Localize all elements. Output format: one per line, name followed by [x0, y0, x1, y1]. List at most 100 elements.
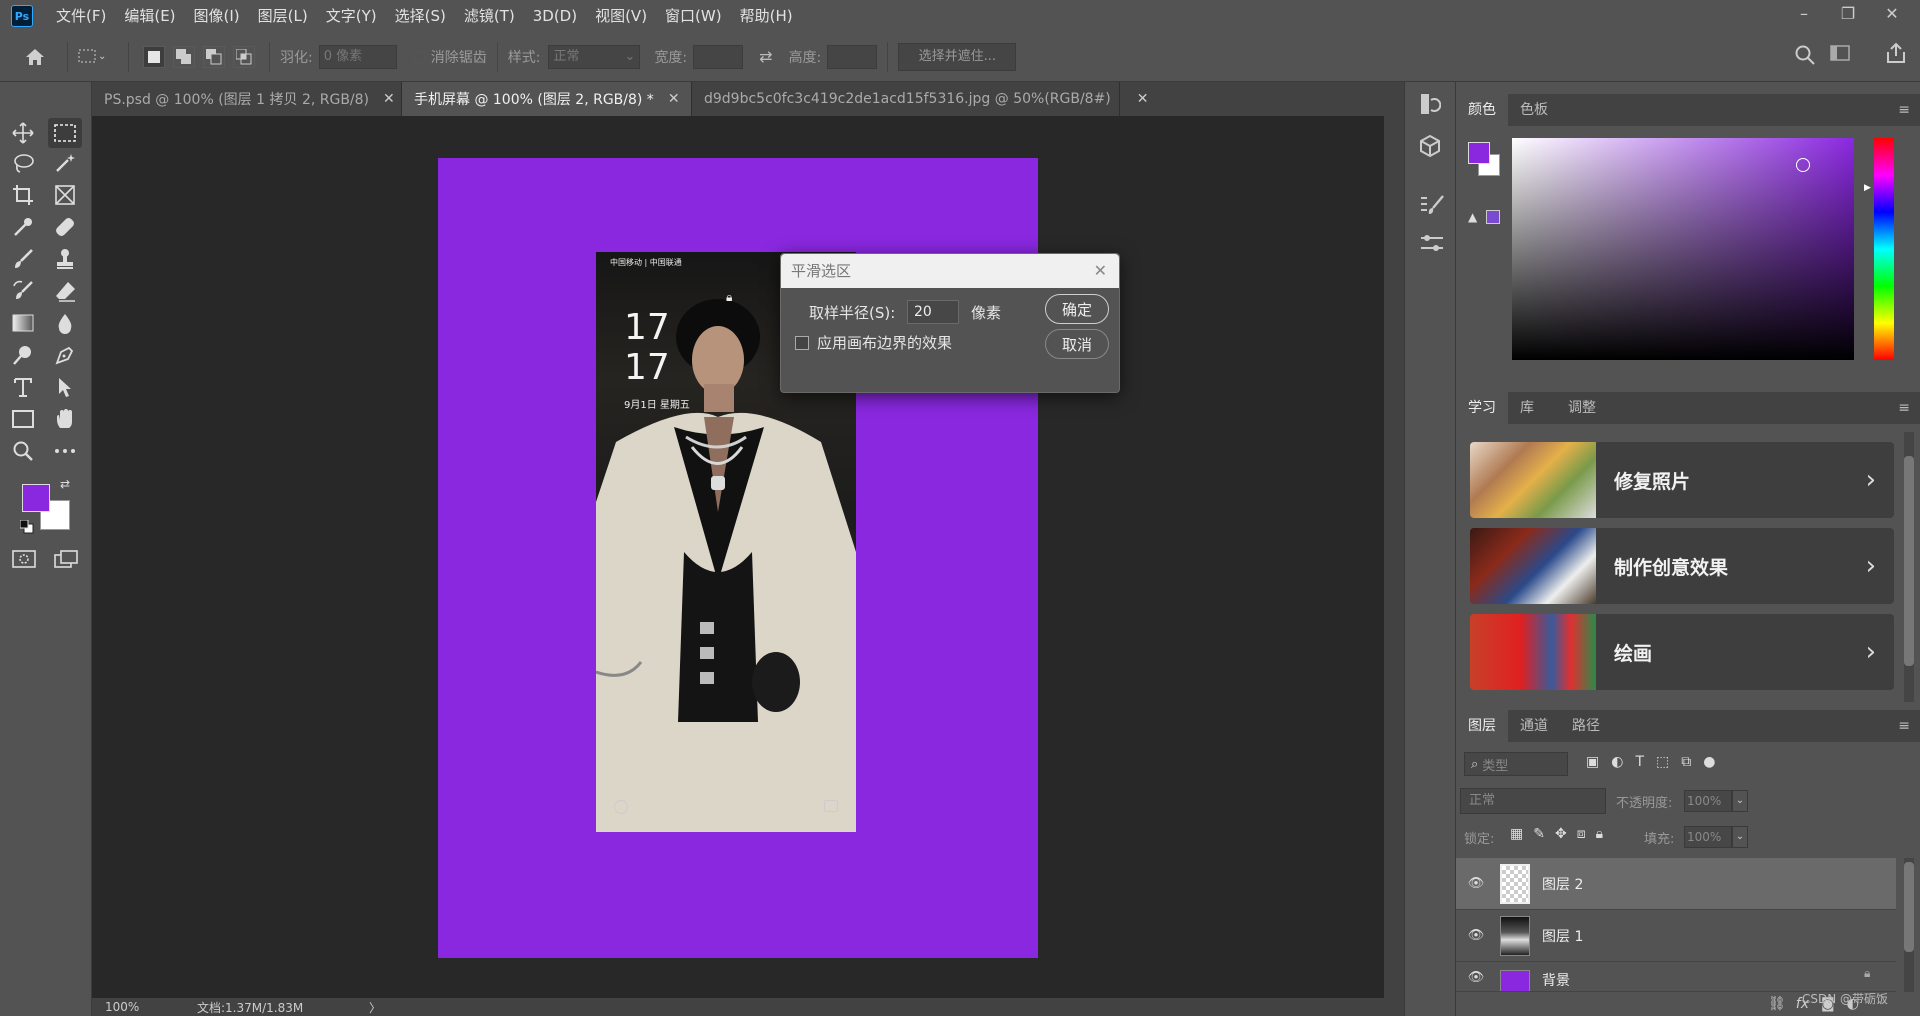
brush-tool-icon[interactable] — [6, 244, 40, 274]
lock-image-icon[interactable]: ✎ — [1533, 826, 1545, 842]
height-input[interactable] — [827, 44, 878, 69]
restore-icon[interactable]: ❐ — [1826, 0, 1870, 26]
path-selection-tool-icon[interactable] — [48, 372, 82, 402]
move-tool-icon[interactable] — [6, 118, 40, 148]
frame-tool-icon[interactable] — [48, 180, 82, 210]
minimize-icon[interactable]: – — [1782, 0, 1826, 26]
layers-scrollbar[interactable] — [1904, 858, 1914, 994]
tab-color[interactable]: 颜色 — [1456, 94, 1508, 126]
cancel-button[interactable]: 取消 — [1045, 329, 1109, 359]
learn-card-painting[interactable]: 绘画 › — [1470, 614, 1894, 690]
zoom-level[interactable]: 100% — [105, 1000, 165, 1014]
lock-position-icon[interactable]: ✥ — [1555, 826, 1567, 842]
canvas-vertical-scrollbar[interactable] — [1384, 116, 1404, 998]
tab-ps-psd[interactable]: PS.psd @ 100% (图层 1 拷贝 2, RGB/8) ✕ — [92, 82, 402, 116]
layer-row[interactable]: 👁︎ 图层 2 — [1456, 858, 1896, 910]
sample-radius-input[interactable]: 20 — [907, 300, 959, 324]
pixel-layer-filter-icon[interactable]: ▣ — [1586, 754, 1599, 770]
ok-button[interactable]: 确定 — [1045, 294, 1109, 324]
type-tool-icon[interactable] — [6, 372, 40, 402]
visibility-eye-icon[interactable]: 👁︎ — [1462, 970, 1490, 985]
tab-libraries[interactable]: 库 — [1508, 392, 1546, 424]
history-panel-icon[interactable] — [1419, 92, 1442, 120]
out-of-gamut-warning-icon[interactable]: ▲ — [1468, 210, 1477, 224]
lock-transparent-icon[interactable]: ▦ — [1510, 826, 1523, 842]
blend-mode-select[interactable]: 正常 — [1460, 788, 1606, 814]
learn-scrollbar[interactable] — [1904, 432, 1914, 702]
close-icon[interactable]: ✕ — [383, 91, 395, 107]
lasso-tool-icon[interactable] — [6, 148, 40, 178]
gradient-tool-icon[interactable] — [6, 308, 40, 338]
default-colors-icon[interactable] — [19, 519, 34, 538]
opacity-input[interactable]: 100% — [1684, 790, 1732, 812]
healing-brush-tool-icon[interactable] — [48, 212, 82, 242]
menu-3d[interactable]: 3D(D) — [524, 0, 586, 32]
menu-view[interactable]: 视图(V) — [586, 0, 656, 32]
hue-slider[interactable] — [1874, 138, 1894, 360]
tab-swatches[interactable]: 色板 — [1508, 94, 1560, 126]
home-icon[interactable] — [13, 42, 57, 72]
visibility-eye-icon[interactable]: 👁︎ — [1462, 876, 1490, 891]
chevron-down-icon[interactable]: ⌄ — [1732, 826, 1748, 848]
crop-tool-icon[interactable] — [6, 180, 40, 210]
history-brush-tool-icon[interactable] — [6, 276, 40, 306]
menu-file[interactable]: 文件(F) — [47, 0, 115, 32]
close-icon[interactable]: ✕ — [1870, 0, 1914, 26]
color-picker-cursor[interactable] — [1796, 158, 1810, 172]
adjustment-filter-icon[interactable]: ◐ — [1611, 754, 1623, 770]
visibility-eye-icon[interactable]: 👁︎ — [1462, 928, 1490, 943]
layer-filter-select[interactable]: ⌕ 类型 — [1464, 752, 1568, 776]
tab-adjustments[interactable]: 调整 — [1556, 392, 1608, 424]
link-layers-icon[interactable]: ⛓︎ — [1768, 996, 1786, 1012]
workspace-icon[interactable] — [1830, 45, 1852, 67]
intersect-selection-icon[interactable] — [233, 45, 255, 68]
color-fg-swatch[interactable] — [1468, 142, 1490, 164]
gamut-swatch[interactable] — [1486, 210, 1500, 224]
feather-input[interactable]: 0 像素 — [318, 44, 397, 69]
hue-slider-pointer[interactable]: ▶ — [1864, 183, 1871, 193]
subtract-selection-icon[interactable] — [203, 45, 225, 68]
tab-jpg-file[interactable]: d9d9bc5c0fc3c419c2de1acd15f5316.jpg @ 50… — [692, 82, 1149, 116]
close-icon[interactable]: ✕ — [1137, 91, 1149, 107]
menu-edit[interactable]: 编辑(E) — [115, 0, 184, 32]
layer-name[interactable]: 背景 — [1542, 970, 1570, 990]
shape-filter-icon[interactable]: ⬚ — [1656, 754, 1669, 770]
eyedropper-tool-icon[interactable] — [6, 212, 40, 242]
swap-colors-icon[interactable]: ⇄ — [60, 477, 70, 491]
canvas-edge-label[interactable]: 应用画布边界的效果 — [817, 332, 952, 353]
panel-menu-icon[interactable]: ≡ — [1898, 718, 1910, 734]
menu-type[interactable]: 文字(Y) — [317, 0, 386, 32]
share-icon[interactable] — [1885, 42, 1907, 68]
pen-tool-icon[interactable] — [48, 340, 82, 370]
style-select[interactable]: 正常 ⌄ — [548, 44, 641, 69]
3d-panel-icon[interactable] — [1419, 134, 1441, 162]
quick-mask-icon[interactable] — [12, 550, 36, 572]
learn-scroll-thumb[interactable] — [1904, 456, 1914, 666]
menu-window[interactable]: 窗口(W) — [656, 0, 731, 32]
zoom-tool-icon[interactable] — [6, 436, 40, 466]
swap-width-height-icon[interactable]: ⇄ — [759, 47, 772, 66]
select-and-mask-button[interactable]: 选择并遮住... — [898, 42, 1017, 71]
lock-artboard-icon[interactable]: ⧈ — [1577, 826, 1586, 842]
layer-row[interactable]: 👁︎ 背景 🔒︎ — [1456, 962, 1896, 992]
color-picker-field[interactable] — [1512, 138, 1854, 360]
eraser-tool-icon[interactable] — [48, 276, 82, 306]
filter-toggle-icon[interactable]: ● — [1703, 754, 1715, 770]
magic-wand-tool-icon[interactable] — [48, 148, 82, 178]
brush-settings-icon[interactable] — [1419, 194, 1445, 220]
menu-select[interactable]: 选择(S) — [386, 0, 455, 32]
hand-tool-icon[interactable] — [48, 404, 82, 434]
properties-icon[interactable] — [1419, 232, 1445, 258]
menu-help[interactable]: 帮助(H) — [731, 0, 802, 32]
panel-menu-icon[interactable]: ≡ — [1898, 102, 1910, 118]
clone-stamp-tool-icon[interactable] — [48, 244, 82, 274]
close-icon[interactable]: ✕ — [1094, 254, 1107, 288]
width-input[interactable] — [693, 44, 744, 69]
fill-input[interactable]: 100% — [1684, 826, 1732, 848]
layer-name[interactable]: 图层 2 — [1542, 874, 1583, 894]
rectangle-tool-icon[interactable] — [6, 404, 40, 434]
new-selection-icon[interactable] — [143, 45, 165, 68]
canvas-edge-checkbox[interactable] — [795, 336, 809, 350]
add-selection-icon[interactable] — [173, 45, 195, 68]
screen-mode-icon[interactable] — [54, 550, 78, 572]
